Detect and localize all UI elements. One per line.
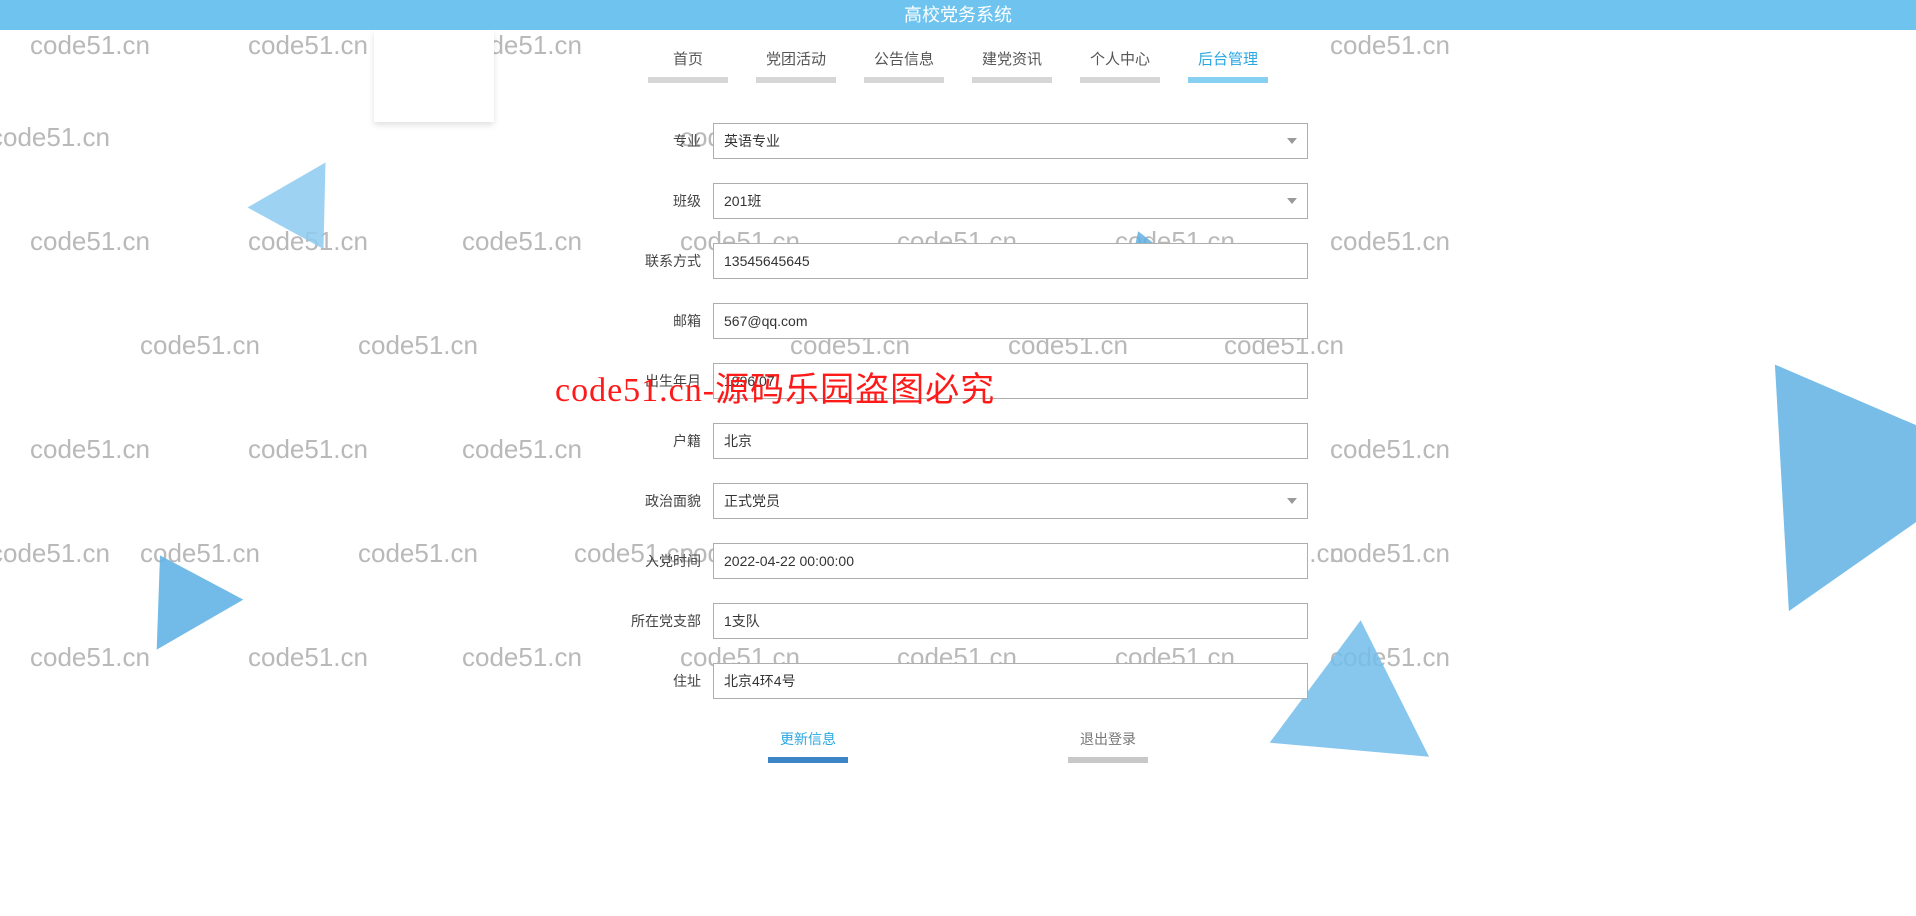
nav-tabs: 首页 党团活动 公告信息 建党资讯 个人中心 后台管理 xyxy=(648,48,1268,77)
watermark-text: code51.cn xyxy=(30,642,150,673)
select-value: 正式党员 xyxy=(724,491,780,511)
label-major: 专业 xyxy=(608,131,713,151)
tab-label: 党团活动 xyxy=(766,51,826,68)
input-join-date[interactable] xyxy=(713,543,1308,579)
input-address[interactable] xyxy=(713,663,1308,699)
watermark-text: code51.cn xyxy=(1330,434,1450,465)
watermark-text: code51.cn xyxy=(358,538,478,569)
label-hukou: 户籍 xyxy=(608,431,713,451)
tab-admin[interactable]: 后台管理 xyxy=(1188,48,1268,77)
label-address: 住址 xyxy=(608,671,713,691)
label-phone: 联系方式 xyxy=(608,251,713,271)
select-value: 英语专业 xyxy=(724,131,780,151)
tab-label: 建党资讯 xyxy=(982,51,1042,68)
input-hukou[interactable] xyxy=(713,423,1308,459)
tab-label: 首页 xyxy=(673,51,703,68)
label-birth: 出生年月 xyxy=(608,371,713,391)
decorative-triangle xyxy=(1668,290,1916,611)
watermark-text: code51.cn xyxy=(462,434,582,465)
form-actions: 更新信息 退出登录 xyxy=(608,723,1308,759)
row-class: 班级 201班 xyxy=(608,183,1308,219)
row-hukou: 户籍 xyxy=(608,423,1308,459)
user-info-form: 专业 英语专业 班级 201班 联系方式 邮箱 出生年月 户籍 政治面貌 正式党… xyxy=(608,123,1308,759)
row-address: 住址 xyxy=(608,663,1308,699)
button-label: 更新信息 xyxy=(780,731,836,747)
watermark-text: code51.cn xyxy=(248,642,368,673)
row-join-date: 入党时间 xyxy=(608,543,1308,579)
tab-label: 公告信息 xyxy=(874,51,934,68)
watermark-text: code51.cn xyxy=(462,226,582,257)
row-branch: 所在党支部 xyxy=(608,603,1308,639)
select-value: 201班 xyxy=(724,191,761,211)
button-label: 退出登录 xyxy=(1080,731,1136,747)
row-email: 邮箱 xyxy=(608,303,1308,339)
tab-label: 个人中心 xyxy=(1090,51,1150,68)
label-email: 邮箱 xyxy=(608,311,713,331)
app-header: 高校党务系统 xyxy=(0,0,1916,30)
watermark-text: code51.cn xyxy=(30,434,150,465)
watermark-text: code51.cn xyxy=(0,538,110,569)
watermark-text: code51.cn xyxy=(1330,538,1450,569)
watermark-text: code51.cn xyxy=(358,330,478,361)
app-title: 高校党务系统 xyxy=(904,5,1012,25)
watermark-text: code51.cn xyxy=(30,226,150,257)
tab-profile[interactable]: 个人中心 xyxy=(1080,48,1160,77)
select-political[interactable]: 正式党员 xyxy=(713,483,1308,519)
watermark-text: code51.cn xyxy=(1330,226,1450,257)
watermark-text: code51.cn xyxy=(140,330,260,361)
row-political: 政治面貌 正式党员 xyxy=(608,483,1308,519)
chevron-down-icon xyxy=(1287,198,1297,204)
tab-notice[interactable]: 公告信息 xyxy=(864,48,944,77)
select-major[interactable]: 英语专业 xyxy=(713,123,1308,159)
tab-activity[interactable]: 党团活动 xyxy=(756,48,836,77)
input-branch[interactable] xyxy=(713,603,1308,639)
chevron-down-icon xyxy=(1287,498,1297,504)
update-button[interactable]: 更新信息 xyxy=(768,723,848,759)
row-major: 专业 英语专业 xyxy=(608,123,1308,159)
chevron-down-icon xyxy=(1287,138,1297,144)
decorative-triangle xyxy=(117,530,244,649)
tab-news[interactable]: 建党资讯 xyxy=(972,48,1052,77)
row-birth: 出生年月 xyxy=(608,363,1308,399)
label-join-date: 入党时间 xyxy=(608,551,713,571)
watermark-text: code51.cn xyxy=(0,122,110,153)
label-political: 政治面貌 xyxy=(608,491,713,511)
tab-home[interactable]: 首页 xyxy=(648,48,728,77)
input-email[interactable] xyxy=(713,303,1308,339)
row-phone: 联系方式 xyxy=(608,243,1308,279)
label-class: 班级 xyxy=(608,191,713,211)
watermark-text: code51.cn xyxy=(462,642,582,673)
label-branch: 所在党支部 xyxy=(608,611,713,631)
tab-label: 后台管理 xyxy=(1198,51,1258,68)
watermark-text: code51.cn xyxy=(248,434,368,465)
select-class[interactable]: 201班 xyxy=(713,183,1308,219)
input-phone[interactable] xyxy=(713,243,1308,279)
main-nav: 首页 党团活动 公告信息 建党资讯 个人中心 后台管理 xyxy=(0,30,1916,77)
logout-button[interactable]: 退出登录 xyxy=(1068,723,1148,759)
decorative-triangle xyxy=(248,162,363,271)
input-birth[interactable] xyxy=(713,363,1308,399)
